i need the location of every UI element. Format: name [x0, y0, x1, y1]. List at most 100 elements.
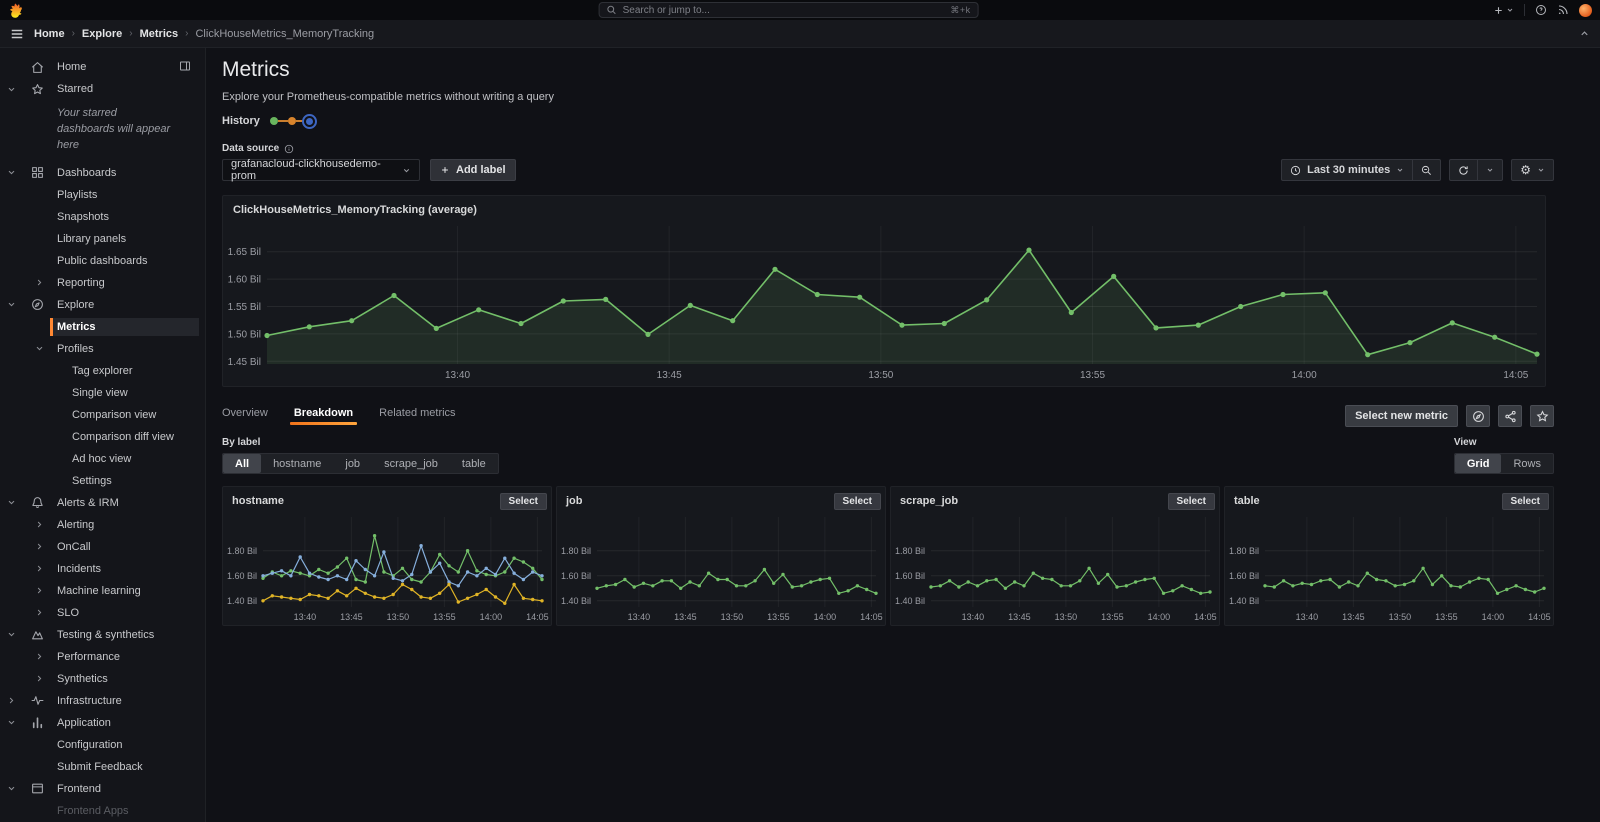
sidebar-item-dashboards[interactable]: Dashboards: [0, 162, 205, 184]
sidebar-item-playlists[interactable]: Playlists: [0, 184, 205, 206]
expand-down-icon[interactable]: [0, 630, 22, 639]
sidebar-item-slo[interactable]: SLO: [0, 602, 205, 624]
history-step-1[interactable]: [269, 117, 278, 125]
bylabel-option-job[interactable]: job: [333, 454, 372, 473]
dock-icon[interactable]: [179, 60, 205, 75]
add-label-button[interactable]: Add label: [430, 159, 516, 181]
select-button-scrape-job[interactable]: Select: [1167, 492, 1215, 510]
zoom-out-button[interactable]: [1412, 160, 1440, 180]
news-icon[interactable]: [1557, 4, 1569, 16]
expand-right-icon[interactable]: [22, 520, 57, 529]
sidebar-item-frontend-apps[interactable]: Frontend Apps: [0, 800, 205, 822]
sidebar-item-oncall[interactable]: OnCall: [0, 536, 205, 558]
time-range-picker[interactable]: Last 30 minutes: [1282, 160, 1412, 180]
menu-toggle-icon[interactable]: [10, 27, 24, 41]
job-chart[interactable]: 13:40 13:45 13:50 13:55 14:00 14:05 1.40 Bil 1.…: [557, 511, 885, 625]
sidebar-item-ad-hoc-view[interactable]: Ad hoc view: [0, 448, 205, 470]
refresh-button[interactable]: [1450, 160, 1477, 180]
sidebar-item-metrics[interactable]: Metrics: [0, 316, 205, 338]
sidebar-item-alerts-irm[interactable]: Alerts & IRM: [0, 492, 205, 514]
breadcrumb-item-metrics[interactable]: Metrics: [140, 28, 179, 40]
expand-right-icon[interactable]: [22, 608, 57, 617]
datasource-picker[interactable]: grafanacloud-clickhousedemo-prom: [222, 158, 420, 182]
share-button[interactable]: [1498, 405, 1522, 427]
sidebar-item-testing-synthetics[interactable]: Testing & synthetics: [0, 624, 205, 646]
pulse-icon: [22, 694, 57, 707]
expand-down-icon[interactable]: [0, 300, 22, 309]
expand-right-icon[interactable]: [22, 564, 57, 573]
expand-down-icon[interactable]: [0, 168, 22, 177]
sidebar-item-alerting[interactable]: Alerting: [0, 514, 205, 536]
bylabel-option-table[interactable]: table: [450, 454, 498, 473]
settings-button[interactable]: ⚙: [1512, 160, 1553, 180]
sidebar-item-performance[interactable]: Performance: [0, 646, 205, 668]
expand-right-icon[interactable]: [22, 652, 57, 661]
svg-text:1.50 Bil: 1.50 Bil: [228, 329, 261, 340]
hostname-chart[interactable]: 13:40 13:45 13:50 13:55 14:00 14:05 1.40 Bil 1.…: [223, 511, 551, 625]
expand-right-icon[interactable]: [22, 542, 57, 551]
refresh-interval-button[interactable]: [1477, 160, 1502, 180]
sidebar-item-settings[interactable]: Settings: [0, 470, 205, 492]
sidebar-item-tag-explorer[interactable]: Tag explorer: [0, 360, 205, 382]
sidebar-item-profiles[interactable]: Profiles: [0, 338, 205, 360]
sidebar-item-reporting[interactable]: Reporting: [0, 272, 205, 294]
sidebar-item-application[interactable]: Application: [0, 712, 205, 734]
sidebar-item-synthetics[interactable]: Synthetics: [0, 668, 205, 690]
expand-down-icon[interactable]: [0, 784, 22, 793]
expand-down-icon[interactable]: [0, 85, 22, 94]
view-toggle: Grid Rows: [1453, 453, 1554, 474]
scrape-job-chart[interactable]: 13:40 13:45 13:50 13:55 14:00 14:05 1.40 Bil 1.…: [891, 511, 1219, 625]
sidebar-item-configuration[interactable]: Configuration: [0, 734, 205, 756]
tab-overview[interactable]: Overview: [222, 407, 268, 425]
bylabel-option-hostname[interactable]: hostname: [261, 454, 333, 473]
select-button-hostname[interactable]: Select: [499, 492, 547, 510]
sidebar-item-explore[interactable]: Explore: [0, 294, 205, 316]
sidebar-item-machine-learning[interactable]: Machine learning: [0, 580, 205, 602]
expand-right-icon[interactable]: [22, 586, 57, 595]
sidebar-item-snapshots[interactable]: Snapshots: [0, 206, 205, 228]
user-avatar[interactable]: [1579, 3, 1592, 17]
chevron-up-icon[interactable]: [1579, 28, 1590, 39]
breadcrumb-item-home[interactable]: Home: [34, 28, 65, 40]
bylabel-option-all[interactable]: All: [223, 454, 262, 473]
view-option-rows[interactable]: Rows: [1501, 454, 1553, 473]
sidebar-item-home[interactable]: Home: [0, 56, 205, 78]
expand-down-icon[interactable]: [0, 498, 22, 507]
select-button-table[interactable]: Select: [1501, 492, 1549, 510]
new-item-button[interactable]: [1493, 5, 1514, 16]
explore-button[interactable]: [1466, 405, 1490, 427]
expand-right-icon[interactable]: [22, 674, 57, 683]
table-chart[interactable]: 13:40 13:45 13:50 13:55 14:00 14:05 1.40 Bil 1.…: [1225, 511, 1553, 625]
sidebar-item-frontend[interactable]: Frontend: [0, 778, 205, 800]
select-button-job[interactable]: Select: [833, 492, 881, 510]
history-step-3[interactable]: [305, 117, 313, 125]
search-input[interactable]: Search or jump to... ⌘+k: [598, 2, 979, 18]
sidebar-item-single-view[interactable]: Single view: [0, 382, 205, 404]
metric-graph-chart[interactable]: 13:40 13:45 13:50 13:55 14:00 14:05 1.45 Bil 1.…: [223, 220, 1545, 386]
history-steps[interactable]: [269, 117, 313, 125]
sidebar-item-public-dashboards[interactable]: Public dashboards: [0, 250, 205, 272]
sidebar-item-comparison-view[interactable]: Comparison view: [0, 404, 205, 426]
expand-down-icon[interactable]: [0, 718, 22, 727]
view-option-grid[interactable]: Grid: [1454, 454, 1502, 473]
history-step-2[interactable]: [287, 117, 296, 125]
breadcrumb-item-explore[interactable]: Explore: [82, 28, 122, 40]
sidebar-item-infrastructure[interactable]: Infrastructure: [0, 690, 205, 712]
bookmark-button[interactable]: [1530, 405, 1554, 427]
sidebar-item-incidents[interactable]: Incidents: [0, 558, 205, 580]
sidebar-item-starred[interactable]: Starred: [0, 78, 205, 100]
sidebar-item-comparison-diff-view[interactable]: Comparison diff view: [0, 426, 205, 448]
bylabel-option-scrape-job[interactable]: scrape_job: [372, 454, 450, 473]
sidebar-item-label: Snapshots: [57, 210, 109, 223]
expand-right-icon[interactable]: [22, 278, 57, 287]
sidebar-item-library-panels[interactable]: Library panels: [0, 228, 205, 250]
help-icon[interactable]: [1535, 4, 1547, 16]
expand-down-icon[interactable]: [22, 344, 57, 353]
breadcrumb-item-clickhousemetrics-memorytracking[interactable]: ClickHouseMetrics_MemoryTracking: [195, 28, 374, 40]
tab-breakdown[interactable]: Breakdown: [289, 407, 358, 425]
select-new-metric-button[interactable]: Select new metric: [1345, 405, 1458, 427]
grafana-logo-icon[interactable]: [8, 3, 23, 18]
expand-right-icon[interactable]: [0, 696, 22, 705]
tab-related-metrics[interactable]: Related metrics: [379, 407, 455, 425]
sidebar-item-submit-feedback[interactable]: Submit Feedback: [0, 756, 205, 778]
